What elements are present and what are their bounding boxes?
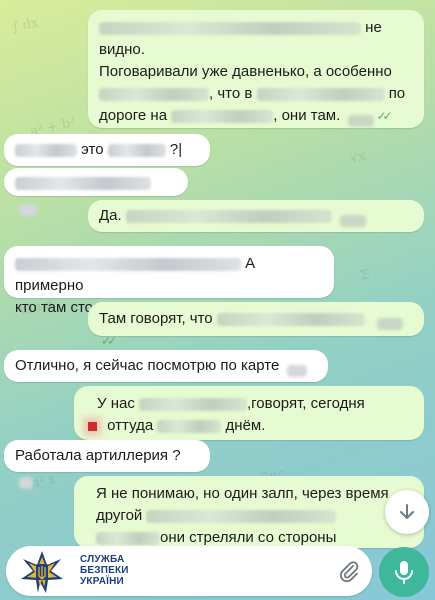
chevron-down-icon: [400, 504, 414, 519]
message-text: Отлично, я сейчас посмотрю по карте: [15, 357, 280, 374]
redacted-text: [139, 397, 247, 411]
message-text: они стреляли со стороны: [160, 529, 337, 546]
message-time: [376, 318, 403, 330]
message-text: ,говорят, сегодня: [247, 395, 365, 412]
message-text: Работала артиллерия ?: [15, 447, 181, 464]
redacted-text: [99, 87, 209, 101]
message-line: дороге на , они там. ✓✓: [99, 105, 413, 127]
read-status-icon: ✓✓: [101, 334, 117, 348]
message-incoming: это ?|: [4, 134, 210, 183]
message-time: [19, 477, 33, 489]
message-line: оттуда днём.: [85, 415, 413, 437]
message-outgoing: У нас ,говорят, сегодня оттуда днём.: [74, 386, 424, 440]
message-line: не: [99, 17, 413, 39]
message-line: У нас ,говорят, сегодня: [85, 393, 413, 415]
message-outgoing: Там говорят, что ✓✓: [88, 302, 424, 348]
redacted-text: [157, 419, 222, 433]
message-outgoing: не видно. Поговаривали уже давненько, а …: [88, 10, 424, 128]
message-line: Я не понимаю, но один залп, через время: [96, 485, 389, 502]
message-line: видно.: [99, 41, 145, 58]
redacted-text: [171, 109, 274, 123]
redacted-text: [99, 21, 361, 35]
redacted-text: [96, 531, 160, 545]
message-incoming: А примерно кто там стоит не понимаем ?: [4, 246, 334, 319]
message-outgoing: Да.: [88, 200, 424, 232]
attach-button[interactable]: [336, 558, 362, 584]
message-text: У нас: [97, 395, 135, 412]
message-text: днём.: [225, 417, 266, 434]
message-text: Там говорят, что: [99, 310, 213, 327]
message-text: Да.: [99, 207, 122, 224]
message-incoming: [4, 168, 188, 216]
logo-line: УКРАЇНИ: [80, 576, 124, 587]
redaction-mark-icon: [88, 421, 97, 431]
redacted-text: [256, 87, 385, 101]
redacted-text: [146, 509, 337, 523]
message-text: не: [365, 19, 382, 36]
message-time: [340, 215, 367, 227]
message-incoming: Отлично, я сейчас посмотрю по карте: [4, 350, 328, 382]
redacted-text: [15, 143, 77, 157]
redacted-text: [15, 257, 241, 271]
voice-message-button[interactable]: [379, 547, 429, 597]
logo-line: СЛУЖБА: [80, 554, 125, 565]
message-line: А примерно: [15, 253, 323, 297]
message-line: Поговаривали уже давненько, а особенно: [99, 63, 392, 80]
message-time: [348, 115, 375, 127]
redacted-text: [216, 312, 365, 326]
message-list[interactable]: не видно. Поговаривали уже давненько, а …: [0, 0, 435, 550]
message-outgoing: Я не понимаю, но один залп, через время …: [74, 476, 424, 548]
microphone-icon: [395, 561, 413, 584]
message-text: дороге на: [99, 107, 168, 124]
scroll-down-button[interactable]: [385, 490, 429, 534]
logo-text: СЛУЖБА БЕЗПЕКИ УКРАЇНИ: [80, 554, 129, 587]
redacted-text: [125, 209, 332, 223]
read-status-icon: ✓✓: [376, 109, 392, 123]
sbu-emblem-icon: [10, 549, 74, 595]
message-text: по: [388, 85, 406, 102]
message-line: другой: [96, 505, 413, 527]
redacted-text: [107, 143, 166, 157]
redacted-text: [15, 176, 151, 190]
message-text: , они там.: [273, 107, 341, 124]
message-time: [287, 365, 308, 377]
message-incoming: Работала артиллерия ?: [4, 440, 210, 489]
message-text: ?|: [169, 141, 183, 158]
message-text: , что в: [209, 85, 253, 102]
message-text: другой: [96, 507, 143, 524]
message-time: [19, 204, 37, 216]
paperclip-icon: [340, 561, 359, 583]
message-text: это: [81, 141, 104, 158]
message-line: , что в по: [99, 83, 413, 105]
logo-line: БЕЗПЕКИ: [80, 565, 129, 576]
message-text: оттуда: [107, 417, 154, 434]
